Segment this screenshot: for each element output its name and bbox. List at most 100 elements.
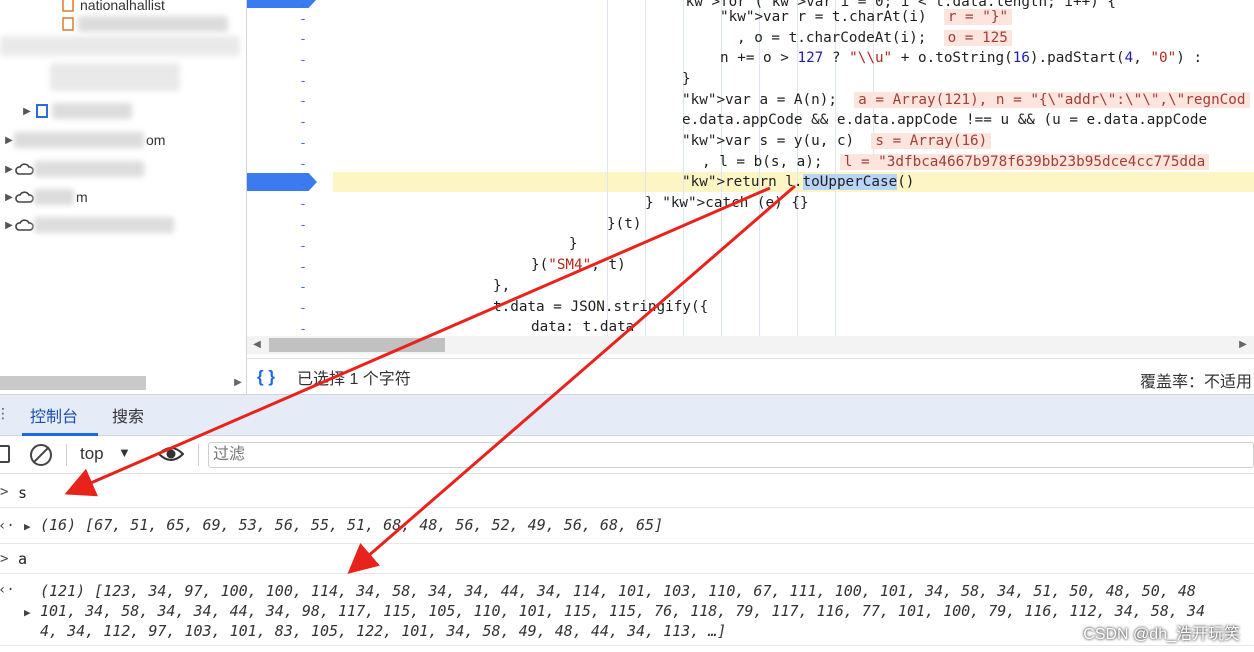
line-marker[interactable]: - — [297, 72, 309, 92]
code-line[interactable]: } — [682, 69, 691, 89]
line-gutter[interactable]: ----------------- — [247, 0, 333, 358]
code-line[interactable]: "kw">var r = t.charAt(i) r = "}" — [720, 7, 1013, 27]
prompt-icon: > — [0, 484, 9, 500]
console-result-row: ‹· ▶ (121) [123, 34, 97, 100, 100, 114, … — [0, 574, 1254, 646]
expand-arrow-icon[interactable]: ▶ — [24, 520, 31, 533]
tree-item-folder[interactable]: ▶ — [22, 100, 132, 122]
console-result-text[interactable]: 4, 34, 112, 97, 103, 101, 83, 105, 122, … — [40, 622, 726, 640]
line-marker[interactable]: - — [297, 237, 309, 257]
console-result-text[interactable]: (16) [67, 51, 65, 69, 53, 56, 55, 51, 68… — [40, 516, 663, 534]
line-marker[interactable]: - — [297, 92, 309, 112]
drawer-menu-icon[interactable]: ⋮ — [0, 405, 10, 422]
redacted-label — [34, 189, 74, 205]
line-marker[interactable]: - — [297, 216, 309, 236]
inline-value: a = Array(121), n = "{\"addr\":\"\",\"re… — [854, 92, 1250, 108]
code-line[interactable]: e.data.appCode && e.data.appCode !== u &… — [682, 110, 1207, 130]
line-marker[interactable]: - — [297, 51, 309, 71]
tree-item-cloud[interactable]: ▶ — [4, 158, 144, 180]
line-marker[interactable]: - — [297, 258, 309, 278]
tree-item-cloud[interactable]: ▶ — [4, 214, 174, 236]
scroll-left-icon[interactable]: ◀ — [251, 338, 263, 352]
inline-value: o = 125 — [943, 30, 1012, 46]
tab-console[interactable]: 控制台 — [30, 403, 78, 427]
tree-item-domain[interactable]: ▶ om — [4, 129, 165, 151]
code-line[interactable]: n += o > 127 ? "\\u" + o.toString(16).pa… — [720, 48, 1202, 68]
code-line[interactable]: }("SM4", t) — [531, 255, 626, 275]
cloud-icon — [14, 161, 34, 177]
console-input-row: > s — [0, 474, 1254, 508]
line-marker[interactable]: - — [297, 30, 309, 50]
console-result-row: ‹· ▶ (16) [67, 51, 65, 69, 53, 56, 55, 5… — [0, 508, 1254, 544]
cloud-icon — [14, 189, 34, 205]
line-marker[interactable]: - — [297, 195, 309, 215]
tree-item-file[interactable] — [50, 63, 180, 91]
code-line[interactable]: } — [569, 234, 578, 254]
return-icon: ‹· — [0, 582, 15, 598]
console-result-text[interactable]: 101, 34, 58, 34, 34, 44, 34, 98, 117, 11… — [40, 602, 1205, 620]
expand-arrow-icon[interactable]: ▶ — [4, 135, 14, 146]
selection-status: 已选择 1 个字符 — [297, 370, 411, 388]
editor-scrollbar[interactable]: ◀ ▶ — [247, 336, 1254, 354]
sidebar-toggle-icon[interactable] — [0, 445, 10, 463]
console-input-row: > a — [0, 544, 1254, 574]
redacted-label — [52, 103, 132, 119]
expand-arrow-icon[interactable]: ▶ — [24, 606, 31, 619]
toolbar-divider — [198, 444, 199, 466]
eye-icon[interactable] — [158, 444, 184, 464]
clear-console-icon[interactable] — [30, 444, 52, 466]
code-line[interactable]: "kw">var a = A(n); a = Array(121), n = "… — [682, 90, 1250, 110]
code-line[interactable]: } "kw">catch (e) {} — [645, 193, 809, 213]
scroll-right-icon[interactable]: ▶ — [232, 376, 244, 390]
return-icon: ‹· — [0, 518, 15, 534]
tree-scrollbar[interactable] — [0, 376, 146, 390]
redacted-label — [78, 16, 228, 32]
chevron-down-icon[interactable]: ▼ — [118, 445, 131, 460]
inline-value: s = Array(16) — [871, 133, 992, 149]
redacted-label — [50, 63, 180, 91]
code-editor[interactable]: ----------------- "kw">for ("kw">var i =… — [247, 0, 1254, 358]
tree-item-file[interactable] — [0, 35, 240, 57]
tree-item-label: om — [146, 132, 166, 148]
file-tree: nationalhallist ▶ ▶ om ▶ ▶ m ▶ ▶ — [0, 0, 247, 394]
paused-code-line[interactable]: "kw">return l.toUpperCase() — [682, 172, 914, 192]
tree-item-cloud[interactable]: ▶ m — [4, 186, 88, 208]
tree-item-label: m — [76, 189, 88, 205]
expand-arrow-icon[interactable]: ▶ — [4, 192, 14, 203]
pretty-print-icon[interactable]: { } — [257, 367, 287, 387]
code-line[interactable]: }, — [493, 276, 510, 296]
folder-icon — [32, 103, 52, 119]
filter-input[interactable] — [208, 442, 1254, 468]
tab-search[interactable]: 搜索 — [112, 403, 144, 427]
line-marker[interactable]: - — [297, 10, 309, 30]
code-line[interactable]: , l = b(s, a); l = "3dfbca4667b978f639bb… — [702, 152, 1210, 172]
scrollbar-thumb[interactable] — [269, 338, 445, 352]
drawer-tabbar: ⋮ 控制台 搜索 — [0, 394, 1254, 436]
code-line[interactable]: t.data = JSON.stringify({ — [493, 297, 708, 317]
file-icon — [58, 0, 78, 13]
tree-item-file[interactable] — [58, 13, 228, 35]
indent-guide — [683, 0, 684, 336]
code-line[interactable]: "kw">var s = y(u, c) s = Array(16) — [682, 131, 992, 151]
code-line[interactable]: , o = t.charCodeAt(i); o = 125 — [737, 28, 1012, 48]
tree-item-label: nationalhallist — [80, 0, 165, 13]
toolbar-divider — [66, 444, 67, 466]
code-line[interactable]: data: t.data — [531, 317, 634, 337]
expand-arrow-icon[interactable]: ▶ — [4, 220, 14, 231]
console-result-text[interactable]: (121) [123, 34, 97, 100, 100, 114, 34, 5… — [40, 582, 1196, 600]
expand-arrow-icon[interactable]: ▶ — [22, 106, 32, 117]
context-selector[interactable]: top — [80, 444, 104, 464]
console-input-text: a — [18, 550, 28, 568]
line-marker[interactable]: - — [297, 175, 309, 195]
line-marker[interactable]: - — [297, 113, 309, 133]
scroll-right-icon[interactable]: ▶ — [1237, 338, 1249, 352]
code-line[interactable]: }(t) — [607, 214, 641, 234]
redacted-label — [34, 161, 144, 177]
line-marker[interactable]: - — [297, 299, 309, 319]
line-marker[interactable]: - — [297, 278, 309, 298]
expand-arrow-icon[interactable]: ▶ — [4, 164, 14, 175]
line-marker[interactable]: - — [297, 155, 309, 175]
inline-value: r = "}" — [943, 9, 1013, 25]
line-marker[interactable]: - — [297, 134, 309, 154]
cloud-icon — [14, 217, 34, 233]
indent-guide — [645, 0, 646, 336]
